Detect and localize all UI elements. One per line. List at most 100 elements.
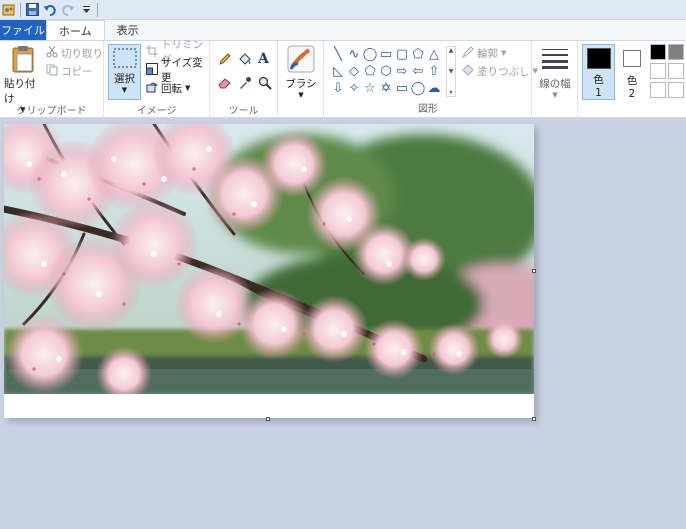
rectangle-shape-icon[interactable]: ▭: [378, 46, 394, 63]
left-arrow-shape-icon[interactable]: ⇦: [410, 63, 426, 80]
pentagon-shape-icon[interactable]: ⬠: [362, 63, 378, 80]
ribbon-tabs: ファイル ホーム 表示: [0, 20, 686, 41]
chevron-down-icon: ▼: [501, 49, 507, 57]
color2-button[interactable]: 色 2: [618, 44, 646, 100]
chevron-up-icon[interactable]: ▲: [449, 47, 454, 54]
line-shape-icon[interactable]: ╲: [330, 46, 346, 63]
oval-callout-shape-icon[interactable]: ◯: [410, 80, 426, 97]
clipboard-group: 貼り付け ▼ 切り取り コピー クリップボード: [0, 41, 104, 119]
fill-button[interactable]: 塗りつぶし ▼: [462, 63, 538, 79]
size-button[interactable]: 線の幅 ▼: [536, 47, 574, 99]
quick-access-toolbar: [0, 0, 686, 20]
gallery-expand-icon[interactable]: ▾: [449, 89, 452, 96]
copy-icon: [46, 64, 58, 79]
canvas-resize-handle-right[interactable]: [532, 269, 536, 273]
shapes-group-label: 図形: [418, 104, 438, 115]
polygon-shape-icon[interactable]: ⬠: [410, 46, 426, 63]
customize-qat-icon[interactable]: [79, 3, 93, 17]
copy-label: コピー: [61, 65, 93, 78]
right-arrow-shape-icon[interactable]: ⇨: [394, 63, 410, 80]
five-point-star-shape-icon[interactable]: ☆: [362, 80, 378, 97]
palette-color-swatch[interactable]: [650, 44, 666, 60]
ribbon: 貼り付け ▼ 切り取り コピー クリップボード 選択 ▼ トリミング サイズ変更…: [0, 39, 686, 119]
four-point-star-shape-icon[interactable]: ✧: [346, 80, 362, 97]
rotate-icon: [146, 81, 158, 96]
cut-button[interactable]: 切り取り: [46, 45, 103, 61]
tab-view[interactable]: 表示: [105, 20, 151, 40]
outline-button[interactable]: 輪郭 ▼: [461, 45, 507, 61]
canvas-resize-handle-corner[interactable]: [532, 417, 536, 421]
scissors-icon: [46, 45, 58, 61]
palette-color-swatch[interactable]: [668, 63, 684, 79]
cloud-callout-shape-icon[interactable]: ☁: [426, 80, 442, 97]
save-icon[interactable]: [25, 3, 39, 17]
fill-bucket-icon[interactable]: [238, 51, 252, 67]
outline-label: 輪郭: [477, 47, 498, 60]
pencil-icon[interactable]: [218, 51, 232, 67]
color1-swatch: [586, 48, 611, 69]
right-triangle-shape-icon[interactable]: ◺: [330, 63, 346, 80]
rotate-label: 回転: [161, 82, 182, 95]
chevron-down-icon: ▼: [298, 91, 304, 99]
rounded-rectangle-shape-icon[interactable]: ▢: [394, 46, 410, 63]
redo-icon[interactable]: [61, 3, 75, 17]
color1-label-line2: 1: [595, 87, 602, 99]
diamond-shape-icon[interactable]: ◇: [346, 63, 362, 80]
rect-callout-shape-icon[interactable]: ▭: [394, 80, 410, 97]
brushes-button[interactable]: ブラシ ▼: [283, 45, 319, 99]
cherry-blossom-photo: [4, 124, 534, 394]
copy-button[interactable]: コピー: [46, 63, 93, 79]
tab-file[interactable]: ファイル: [0, 20, 46, 40]
up-arrow-shape-icon[interactable]: ⇧: [426, 63, 442, 80]
tools-group-label: ツール: [228, 106, 259, 117]
chevron-down-icon[interactable]: ▼: [449, 68, 454, 75]
curve-shape-icon[interactable]: ∿: [346, 46, 362, 63]
workspace: [0, 119, 686, 529]
drawing-canvas[interactable]: [4, 124, 534, 418]
palette-color-swatch[interactable]: [668, 44, 684, 60]
palette-color-swatch[interactable]: [650, 63, 666, 79]
tools-group: A ツール: [210, 41, 278, 119]
color-palette: [650, 44, 685, 100]
oval-shape-icon[interactable]: ◯: [362, 46, 378, 63]
color2-swatch: [623, 50, 641, 67]
brush-icon: [287, 45, 315, 76]
text-tool-icon[interactable]: A: [258, 51, 269, 67]
undo-icon[interactable]: [43, 3, 57, 17]
image-group-label: イメージ: [136, 106, 177, 117]
resize-button[interactable]: サイズ変更: [146, 57, 209, 84]
qat-separator: [20, 2, 21, 17]
eraser-icon[interactable]: [218, 75, 232, 91]
color1-button[interactable]: 色 1: [582, 44, 615, 100]
select-button[interactable]: 選択 ▼: [108, 44, 141, 100]
canvas-resize-handle-bottom[interactable]: [266, 417, 270, 421]
outline-icon: [461, 45, 474, 61]
clipboard-icon: [11, 45, 35, 76]
brushes-group: ブラシ ▼: [278, 41, 324, 119]
line-width-icon: [541, 47, 569, 72]
palette-color-swatch[interactable]: [650, 82, 666, 98]
triangle-shape-icon[interactable]: △: [426, 46, 442, 63]
cut-label: 切り取り: [61, 47, 103, 60]
paint-app-icon[interactable]: [2, 3, 16, 17]
color-picker-icon[interactable]: [238, 75, 252, 91]
image-group: 選択 ▼ トリミング サイズ変更 回転 ▼ イメージ: [104, 39, 210, 119]
rotate-button[interactable]: 回転 ▼: [146, 80, 190, 96]
fill-icon: [462, 63, 474, 79]
color1-label-line1: 色: [593, 74, 604, 86]
six-point-star-shape-icon[interactable]: ✡: [378, 80, 394, 97]
chevron-down-icon: ▼: [121, 86, 128, 94]
fill-label: 塗りつぶし: [477, 65, 530, 78]
size-label: 線の幅: [539, 78, 571, 90]
palette-color-swatch[interactable]: [668, 82, 684, 98]
qat-separator: [97, 2, 98, 17]
hexagon-shape-icon[interactable]: ⬡: [378, 63, 394, 80]
shapes-gallery-scroll[interactable]: ▲ ▼ ▾: [446, 46, 456, 97]
select-label: 選択: [114, 73, 135, 85]
down-arrow-shape-icon[interactable]: ⇩: [330, 80, 346, 97]
crop-icon: [146, 44, 158, 60]
chevron-down-icon: ▼: [185, 84, 191, 92]
magnifier-icon[interactable]: [258, 75, 272, 91]
color2-label-line2: 2: [628, 88, 636, 100]
tab-home[interactable]: ホーム: [46, 20, 105, 41]
